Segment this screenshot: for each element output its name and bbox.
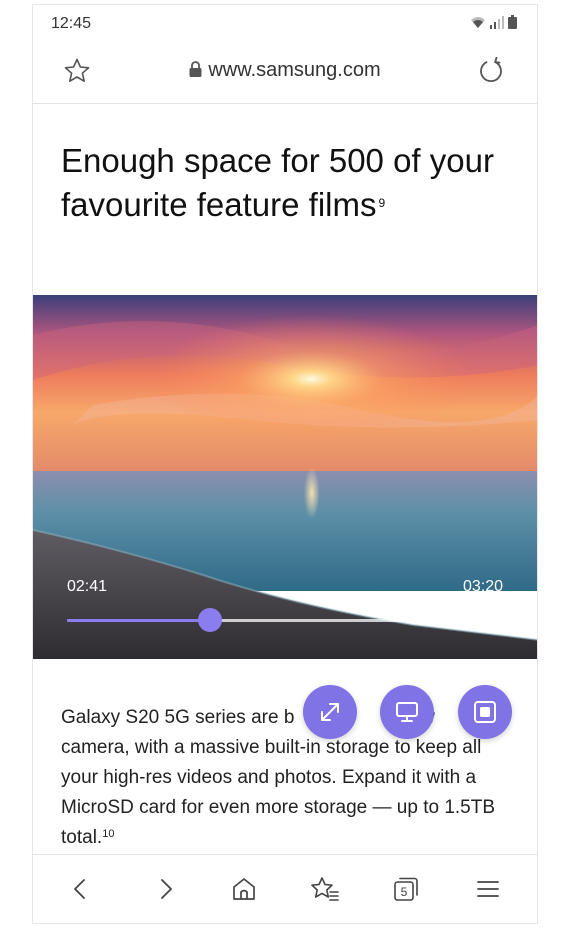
bookmarks-button[interactable] [307, 871, 343, 907]
home-button[interactable] [226, 871, 262, 907]
expand-icon [321, 703, 339, 721]
lock-icon [189, 61, 202, 77]
video-seek-bar[interactable] [67, 608, 503, 632]
reload-button[interactable] [475, 55, 507, 87]
video-seek-thumb[interactable] [198, 608, 222, 632]
headline-footnote[interactable]: 9 [378, 196, 385, 210]
url-text: www.samsung.com [208, 59, 381, 81]
home-icon [233, 878, 255, 900]
system-icons [470, 15, 517, 29]
forward-button[interactable] [147, 871, 183, 907]
description-footnote[interactable]: 10 [102, 828, 114, 840]
address-bar: www.samsung.com [33, 39, 537, 104]
back-icon [74, 879, 85, 899]
bottom-navigation-bar: 5 [33, 854, 537, 923]
tabs-button[interactable]: 5 [388, 871, 424, 907]
video-player[interactable]: 02:41 03:20 [33, 295, 537, 659]
reload-icon [480, 57, 502, 82]
video-popup-play-button[interactable] [458, 685, 512, 739]
back-button[interactable] [63, 871, 99, 907]
page-headline: Enough space for 500 of your favourite f… [61, 139, 501, 227]
battery-icon [508, 15, 517, 29]
video-seek-progress [67, 619, 210, 622]
url-display[interactable]: www.samsung.com [33, 59, 537, 82]
description-paragraph: Galaxy S20 5G series are b ou ow camera,… [61, 703, 521, 853]
popup-play-icon [474, 701, 496, 723]
status-bar: 12:45 [33, 5, 537, 39]
wifi-icon [471, 17, 485, 28]
headline-text: Enough space for 500 of your favourite f… [61, 142, 494, 223]
menu-button[interactable] [470, 871, 506, 907]
bookmarks-icon [311, 877, 339, 901]
forward-icon [161, 879, 172, 899]
screen-icon [396, 702, 418, 722]
video-expand-button[interactable] [303, 685, 357, 739]
video-current-time: 02:41 [67, 578, 108, 595]
browser-screen: 12:45 www.samsung.com Enough space for 5… [32, 4, 538, 924]
status-time: 12:45 [51, 15, 92, 32]
description-text: Galaxy S20 5G series are b ou ow camera,… [61, 707, 496, 848]
menu-icon [477, 881, 499, 897]
tab-count: 5 [401, 885, 408, 899]
video-total-time: 03:20 [462, 578, 503, 595]
signal-icon [490, 16, 504, 29]
sunset-video-frame [33, 295, 537, 659]
tabs-icon: 5 [394, 877, 418, 901]
video-assistant-screen-button[interactable] [380, 685, 434, 739]
